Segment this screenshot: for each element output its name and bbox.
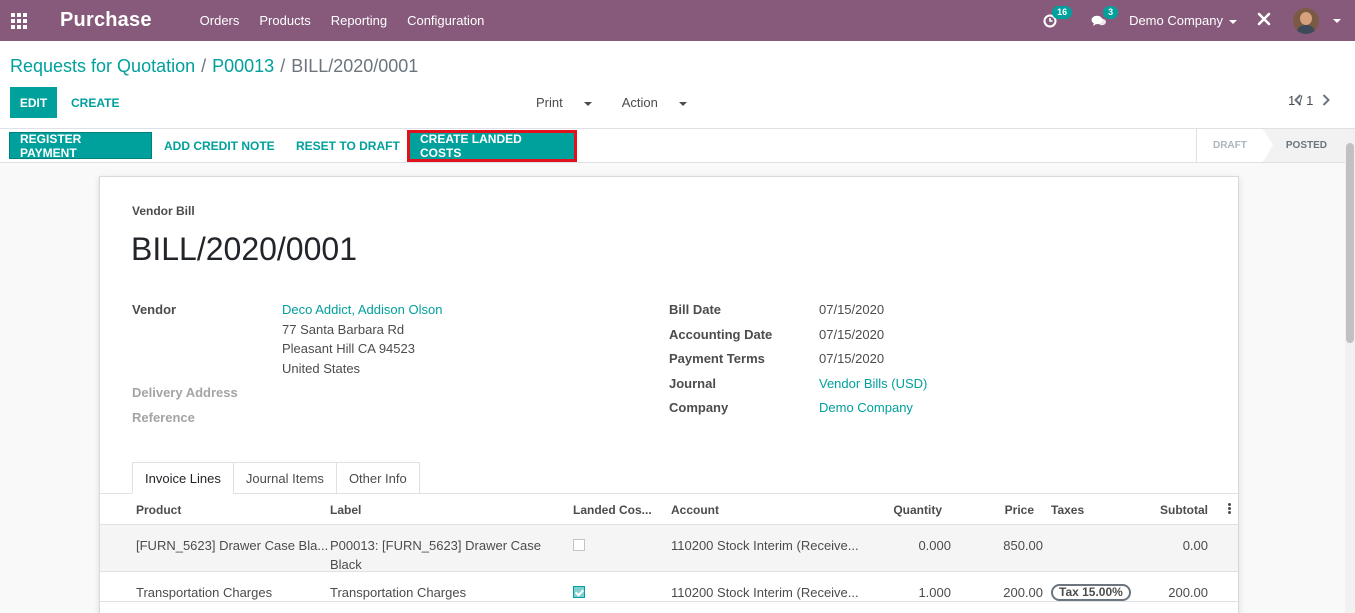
company-label: Company: [669, 400, 729, 415]
tab-invoice-lines[interactable]: Invoice Lines: [132, 462, 234, 494]
cell-quantity: 1.000: [918, 585, 951, 600]
apps-grid-icon[interactable]: [0, 0, 38, 41]
company-name: Demo Company: [1129, 13, 1223, 28]
payment-terms-label: Payment Terms: [669, 351, 765, 366]
activity-count-badge: 16: [1052, 5, 1073, 19]
tab-other-info[interactable]: Other Info: [335, 462, 420, 494]
messaging-systray[interactable]: 3: [1091, 5, 1119, 28]
pager-next-icon[interactable]: [1316, 94, 1336, 106]
cell-account: 110200 Stock Interim (Receive...: [671, 538, 859, 553]
landed-cost-checkbox[interactable]: [573, 539, 585, 551]
column-header-quantity[interactable]: Quantity: [893, 503, 942, 517]
vendor-label: Vendor: [132, 302, 177, 317]
menu-orders[interactable]: Orders: [200, 13, 240, 28]
register-payment-button[interactable]: REGISTER PAYMENT: [9, 132, 152, 160]
vendor-link[interactable]: Deco Addict, Addison Olson: [282, 302, 442, 317]
scrollbar-thumb[interactable]: [1346, 143, 1354, 343]
breadcrumb-separator: /: [280, 56, 286, 76]
document-name: BILL/2020/0001: [131, 231, 357, 267]
menu-reporting[interactable]: Reporting: [331, 13, 387, 28]
app-title[interactable]: Purchase: [60, 9, 152, 32]
top-navbar: Purchase Orders Products Reporting Confi…: [0, 0, 1355, 41]
scrollbar[interactable]: [1345, 129, 1355, 613]
column-header-landed-cost[interactable]: Landed Cos...: [573, 503, 652, 517]
stage-posted[interactable]: POSTED: [1262, 129, 1345, 162]
optional-columns-icon[interactable]: [1228, 503, 1231, 515]
bill-date-value: 07/15/2020: [819, 302, 885, 317]
create-landed-costs-button[interactable]: CREATE LANDED COSTS: [410, 132, 574, 160]
chevron-down-icon: [678, 101, 687, 106]
accounting-date-label: Accounting Date: [669, 327, 773, 342]
cell-subtotal: 200.00: [1168, 585, 1208, 600]
user-avatar[interactable]: [1293, 7, 1319, 34]
vendor-address-line: Pleasant Hill CA 94523: [282, 341, 415, 356]
cell-quantity: 0.000: [918, 538, 951, 553]
journal-link[interactable]: Vendor Bills (USD): [819, 376, 927, 391]
activity-systray[interactable]: 16: [1043, 5, 1073, 28]
menu-configuration[interactable]: Configuration: [407, 13, 484, 28]
form-statusbar: REGISTER PAYMENT ADD CREDIT NOTE RESET T…: [0, 129, 1345, 163]
cell-price: 850.00: [1003, 538, 1043, 553]
print-dropdown[interactable]: Print: [536, 95, 607, 110]
journal-label: Journal: [669, 376, 716, 391]
breadcrumb-po[interactable]: P00013: [212, 56, 274, 76]
payment-terms-value: 07/15/2020: [819, 351, 885, 366]
avatar-chevron-down-icon: [1333, 18, 1341, 23]
table-row[interactable]: [FURN_5623] Drawer Case Bla... P00013: […: [100, 525, 1238, 572]
breadcrumb-separator: /: [201, 56, 207, 76]
cell-label-line2: Black: [330, 557, 362, 572]
column-header-price[interactable]: Price: [1005, 503, 1034, 517]
tab-journal-items[interactable]: Journal Items: [232, 462, 337, 494]
column-header-label[interactable]: Label: [330, 503, 361, 517]
breadcrumb-current: BILL/2020/0001: [291, 56, 419, 76]
action-dropdown[interactable]: Action: [622, 95, 702, 110]
edit-button[interactable]: EDIT: [10, 87, 57, 118]
message-count-badge: 3: [1103, 5, 1119, 19]
accounting-date-value: 07/15/2020: [819, 327, 885, 342]
cell-subtotal: 0.00: [1182, 538, 1208, 553]
chevron-down-icon: [583, 101, 592, 106]
vendor-address-line: United States: [282, 361, 361, 376]
pager: 1 / 1: [1288, 93, 1336, 108]
debug-tool-icon[interactable]: [1257, 12, 1271, 29]
cell-label: P00013: [FURN_5623] Drawer Case: [330, 538, 541, 553]
cell-product: [FURN_5623] Drawer Case Bla...: [136, 538, 329, 553]
cell-label: Transportation Charges: [330, 585, 467, 600]
column-header-product[interactable]: Product: [136, 503, 181, 517]
form-sheet: Vendor Bill BILL/2020/0001 Vendor Deco A…: [99, 176, 1239, 613]
chevron-down-icon: [1229, 19, 1237, 24]
cell-product: Transportation Charges: [136, 585, 273, 600]
add-credit-note-button[interactable]: ADD CREDIT NOTE: [154, 132, 285, 159]
menu-products[interactable]: Products: [259, 13, 310, 28]
breadcrumb: Requests for Quotation / P00013/BILL/2020/…: [10, 56, 418, 77]
cell-account: 110200 Stock Interim (Receive...: [671, 585, 859, 600]
control-panel: Requests for Quotation / P00013/BILL/2020/…: [0, 41, 1355, 129]
reset-to-draft-button[interactable]: RESET TO DRAFT: [286, 132, 410, 159]
table-header: Product Label Landed Cos... Account Quan…: [100, 494, 1238, 525]
pager-value[interactable]: 1 / 1: [1288, 93, 1313, 108]
landed-cost-checkbox-checked[interactable]: [573, 586, 585, 598]
table-row[interactable]: Transportation Charges Transportation Ch…: [100, 572, 1238, 602]
column-header-subtotal[interactable]: Subtotal: [1160, 503, 1208, 517]
delivery-address-label: Delivery Address: [132, 385, 238, 400]
breadcrumb-rfq[interactable]: Requests for Quotation: [10, 56, 195, 76]
reference-label: Reference: [132, 410, 195, 425]
cell-price: 200.00: [1003, 585, 1043, 600]
notebook-tabs: Invoice Lines Journal Items Other Info: [132, 462, 420, 494]
column-header-taxes[interactable]: Taxes: [1051, 503, 1084, 517]
vendor-address-line: 77 Santa Barbara Rd: [282, 322, 405, 337]
document-type-label: Vendor Bill: [132, 204, 195, 218]
stage-draft[interactable]: DRAFT: [1195, 129, 1263, 162]
create-button[interactable]: CREATE: [71, 87, 119, 118]
company-link[interactable]: Demo Company: [819, 400, 913, 415]
bill-date-label: Bill Date: [669, 302, 722, 317]
column-header-account[interactable]: Account: [671, 503, 719, 517]
company-switcher[interactable]: Demo Company: [1129, 13, 1237, 28]
status-stages: DRAFT POSTED: [1195, 129, 1345, 162]
tax-tag[interactable]: Tax 15.00%: [1051, 584, 1131, 601]
